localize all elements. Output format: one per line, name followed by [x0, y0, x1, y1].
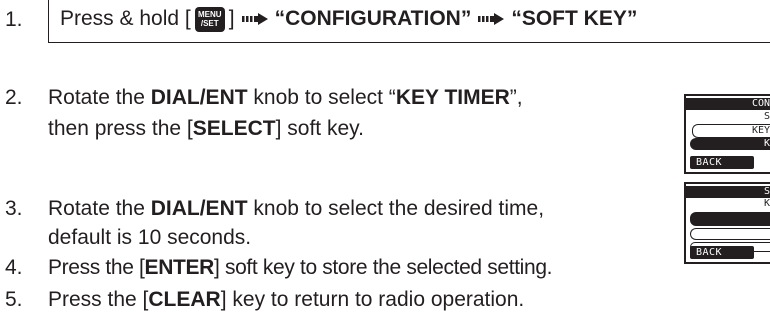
lcd-back-softkey: BACK: [690, 156, 754, 169]
lcd-row: K: [763, 198, 770, 209]
step-3-line-1: Rotate the DIAL/ENT knob to select the d…: [48, 194, 544, 223]
step-1-command: Press & hold [ MENU /SET ] “CONFIGURATIO…: [60, 2, 637, 36]
step-2-number: 2.: [5, 86, 23, 109]
lcd-row-selected: K: [690, 138, 770, 150]
menu-configuration: “CONFIGURATION”: [274, 7, 472, 30]
step-3-number: 3.: [5, 197, 23, 220]
dial-ent-knob: DIAL/ENT: [150, 86, 248, 109]
step-1-bracket: ]: [228, 7, 235, 30]
step-4-line: Press the [ENTER] soft key to store the …: [48, 253, 552, 282]
lcd-screen-key-timer: S K BACK: [684, 182, 770, 264]
menu-soft-key: “SOFT KEY”: [511, 7, 638, 30]
clear-key: CLEAR: [148, 288, 221, 311]
lcd-row-key-timer: KEY: [692, 124, 770, 138]
menu-key-label-top: MENU: [197, 9, 222, 19]
step-2-line-2: then press the [SELECT] soft key.: [48, 114, 364, 143]
step-4-text: ] soft key to store the selected setting…: [213, 256, 553, 279]
lcd-row-option: [690, 228, 770, 240]
menu-key-label-bottom: /SET: [200, 18, 219, 28]
step-5-number: 5.: [5, 288, 23, 311]
step-3-text: knob to select the desired time,: [247, 197, 545, 220]
step-2-text: Rotate the: [48, 86, 151, 109]
step-2-text: then press the [: [48, 117, 193, 140]
lcd-header: S: [686, 186, 770, 198]
step-5-text: Press the [: [48, 288, 149, 311]
dial-ent-knob: DIAL/ENT: [150, 197, 248, 220]
step-1-number: 1.: [5, 8, 23, 31]
step-3-text: Rotate the: [48, 197, 151, 220]
step-1-prefix: Press & hold [: [60, 7, 191, 30]
lcd-row-selected: [690, 212, 770, 226]
step-4-text: Press the [: [48, 256, 145, 279]
key-timer-item: KEY TIMER: [395, 86, 510, 109]
step-3-line-2: default is 10 seconds.: [48, 226, 252, 249]
step-5-text: ] key to return to radio operation.: [220, 288, 525, 311]
step-2-text: ”,: [509, 86, 523, 109]
menu-set-key: MENU /SET: [194, 6, 225, 32]
select-soft-key: SELECT: [192, 117, 276, 140]
step-2-text: knob to select “: [247, 86, 396, 109]
step-4-number: 4.: [5, 256, 23, 279]
arrow-icon: [241, 2, 268, 36]
enter-soft-key: ENTER: [144, 256, 215, 279]
lcd-row: S: [763, 111, 770, 122]
lcd-screen-configuration: CON S KEY K BACK: [684, 94, 770, 174]
step-2-text: ] soft key.: [275, 117, 364, 140]
step-2-line-1: Rotate the DIAL/ENT knob to select “KEY …: [48, 83, 523, 112]
step-5-line: Press the [CLEAR] key to return to radio…: [48, 285, 524, 314]
lcd-header: CON: [686, 98, 770, 110]
lcd-back-softkey: BACK: [690, 246, 754, 259]
arrow-icon: [478, 2, 505, 36]
